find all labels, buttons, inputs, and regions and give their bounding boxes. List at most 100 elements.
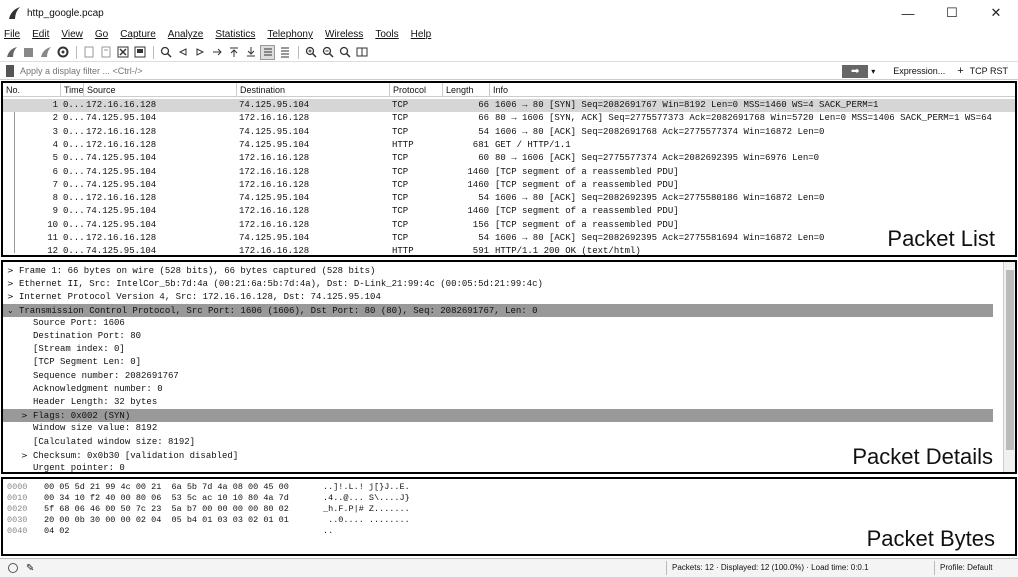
- hex-row[interactable]: 0030 20 00 0b 30 00 00 02 04 05 b4 01 03 …: [3, 515, 603, 526]
- find-packet-icon[interactable]: [158, 45, 173, 60]
- column-source[interactable]: Source: [84, 83, 237, 97]
- column-length[interactable]: Length: [443, 83, 490, 97]
- packet-bytes-pane[interactable]: 0000 00 05 5d 21 99 4c 00 21 6a 5b 7d 4a …: [1, 477, 1017, 556]
- expand-arrow-icon[interactable]: >: [21, 409, 33, 422]
- minimize-button[interactable]: —: [886, 0, 930, 26]
- expand-arrow-icon[interactable]: >: [7, 277, 19, 290]
- close-file-icon[interactable]: [115, 45, 130, 60]
- detail-tree-item[interactable]: > Frame 1: 66 bytes on wire (528 bits), 6…: [3, 264, 993, 277]
- packet-cell-src: 74.125.95.104: [86, 179, 157, 190]
- detail-tree-item[interactable]: > Flags: 0x002 (SYN): [3, 409, 993, 423]
- capture-comment-icon[interactable]: ✎: [26, 563, 34, 574]
- expert-info-icon[interactable]: [8, 563, 18, 573]
- packet-row[interactable]: 10 0... 74.125.95.104 172.16.16.128 TCP 156 [T…: [3, 219, 1015, 232]
- packet-cell-proto: TCP: [392, 193, 409, 204]
- packet-row[interactable]: 8 0... 172.16.16.128 74.125.95.104 TCP 54 1606…: [3, 192, 1015, 205]
- detail-tree-item[interactable]: [TCP Segment Len: 0]: [3, 356, 993, 369]
- menu-statistics[interactable]: Statistics: [215, 29, 255, 40]
- detail-tree-item[interactable]: ⌄ Transmission Control Protocol, Src Port…: [3, 303, 993, 317]
- packet-row[interactable]: 9 0... 74.125.95.104 172.16.16.128 TCP 1460 [T…: [3, 205, 1015, 218]
- packet-details-pane[interactable]: > Frame 1: 66 bytes on wire (528 bits), 6…: [1, 260, 1017, 474]
- detail-tree-item[interactable]: Window size value: 8192: [3, 422, 993, 435]
- hex-row[interactable]: 0020 5f 68 06 46 00 50 7c 23 5a b7 00 00 …: [3, 504, 603, 515]
- expand-arrow-icon[interactable]: >: [21, 449, 33, 462]
- expand-arrow-icon[interactable]: >: [7, 290, 19, 303]
- reload-file-icon[interactable]: [132, 45, 147, 60]
- display-filter-input[interactable]: [20, 63, 843, 79]
- expression-button[interactable]: Expression...: [893, 66, 945, 76]
- apply-filter-button[interactable]: ➡: [842, 64, 869, 78]
- colorize-icon[interactable]: [277, 45, 292, 60]
- details-scrollbar-thumb[interactable]: [1006, 270, 1014, 450]
- add-filter-button[interactable]: +: [957, 65, 963, 77]
- go-to-packet-icon[interactable]: [209, 45, 224, 60]
- packet-row[interactable]: 6 0... 74.125.95.104 172.16.16.128 TCP 1460 [T…: [3, 166, 1015, 179]
- detail-tree-item[interactable]: [Stream index: 0]: [3, 343, 993, 356]
- save-file-icon[interactable]: [98, 45, 113, 60]
- column-destination[interactable]: Destination: [237, 83, 390, 97]
- menu-analyze[interactable]: Analyze: [168, 29, 204, 40]
- detail-tree-item[interactable]: [Calculated window size: 8192]: [3, 436, 993, 449]
- menu-capture[interactable]: Capture: [120, 29, 156, 40]
- start-capture-icon[interactable]: [4, 45, 19, 60]
- packet-row[interactable]: 2 0... 74.125.95.104 172.16.16.128 TCP 66 80 →…: [3, 112, 1015, 125]
- capture-options-icon[interactable]: [55, 45, 70, 60]
- hex-row[interactable]: 0040 04 02..: [3, 526, 603, 537]
- first-packet-icon[interactable]: [226, 45, 241, 60]
- packet-row[interactable]: 5 0... 74.125.95.104 172.16.16.128 TCP 60 80 →…: [3, 152, 1015, 165]
- close-button[interactable]: ✕: [974, 0, 1018, 26]
- details-scrollbar[interactable]: [1003, 262, 1015, 472]
- hex-row[interactable]: 0000 00 05 5d 21 99 4c 00 21 6a 5b 7d 4a …: [3, 482, 603, 493]
- column-no[interactable]: No.: [3, 83, 61, 97]
- zoom-in-icon[interactable]: [303, 45, 318, 60]
- packet-row[interactable]: 7 0... 74.125.95.104 172.16.16.128 TCP 1460 [T…: [3, 179, 1015, 192]
- menu-view[interactable]: View: [61, 29, 83, 40]
- detail-tree-item[interactable]: Source Port: 1606: [3, 317, 993, 330]
- detail-tree-item[interactable]: > Ethernet II, Src: IntelCor_5b:7d:4a (00…: [3, 277, 993, 290]
- hex-row[interactable]: 0010 00 34 10 f2 40 00 80 06 53 5c ac 10 …: [3, 493, 603, 504]
- detail-tree-item[interactable]: Header Length: 32 bytes: [3, 396, 993, 409]
- detail-tree-item[interactable]: Acknowledgment number: 0: [3, 383, 993, 396]
- last-packet-icon[interactable]: [243, 45, 258, 60]
- menu-help[interactable]: Help: [411, 29, 432, 40]
- column-time[interactable]: Time: [61, 83, 84, 97]
- menu-edit[interactable]: Edit: [32, 29, 49, 40]
- zoom-out-icon[interactable]: [320, 45, 335, 60]
- detail-tree-item[interactable]: Sequence number: 2082691767: [3, 370, 993, 383]
- resize-columns-icon[interactable]: [354, 45, 369, 60]
- menu-bar: File Edit View Go Capture Analyze Statis…: [0, 26, 1018, 43]
- packet-row[interactable]: 11 0... 172.16.16.128 74.125.95.104 TCP 54 160…: [3, 232, 1015, 245]
- maximize-button[interactable]: ☐: [930, 0, 974, 26]
- menu-go[interactable]: Go: [95, 29, 108, 40]
- zoom-reset-icon[interactable]: [337, 45, 352, 60]
- packet-row[interactable]: 3 0... 172.16.16.128 74.125.95.104 TCP 54 1606…: [3, 126, 1015, 139]
- column-info[interactable]: Info: [490, 83, 1015, 97]
- menu-tools[interactable]: Tools: [375, 29, 398, 40]
- restart-capture-icon[interactable]: [38, 45, 53, 60]
- expand-arrow-icon[interactable]: ⌄: [7, 304, 19, 317]
- profile-status[interactable]: Profile: Default: [940, 563, 992, 572]
- detail-tree-item[interactable]: Urgent pointer: 0: [3, 462, 993, 472]
- filter-bookmark-icon[interactable]: [6, 65, 14, 77]
- detail-tree-item[interactable]: Destination Port: 80: [3, 330, 993, 343]
- packet-row[interactable]: 4 0... 172.16.16.128 74.125.95.104 HTTP 681 GE…: [3, 139, 1015, 152]
- packet-row[interactable]: 12 0... 74.125.95.104 172.16.16.128 HTTP 591 H…: [3, 245, 1015, 255]
- go-forward-icon[interactable]: [192, 45, 207, 60]
- menu-wireless[interactable]: Wireless: [325, 29, 363, 40]
- go-back-icon[interactable]: [175, 45, 190, 60]
- filter-history-dropdown-icon[interactable]: ▾: [871, 67, 881, 76]
- expand-arrow-icon[interactable]: >: [7, 264, 19, 277]
- packet-row[interactable]: 1 0... 172.16.16.128 74.125.95.104 TCP 66 1606…: [3, 99, 1015, 113]
- menu-file[interactable]: File: [4, 29, 20, 40]
- auto-scroll-icon[interactable]: [260, 44, 275, 60]
- tcp-rst-filter-button[interactable]: TCP RST: [970, 66, 1008, 76]
- detail-tree-item[interactable]: > Internet Protocol Version 4, Src: 172.1…: [3, 290, 993, 303]
- open-file-icon[interactable]: [81, 45, 96, 60]
- status-bar: ✎ Packets: 12 · Displayed: 12 (100.0%) ·…: [0, 558, 1018, 577]
- detail-tree-item[interactable]: > Checksum: 0x0b30 [validation disabled]: [3, 449, 993, 462]
- column-protocol[interactable]: Protocol: [390, 83, 443, 97]
- stop-capture-icon[interactable]: [21, 45, 36, 60]
- packet-list-pane[interactable]: No. Time Source Destination Protocol Len…: [1, 81, 1017, 257]
- packet-cell-no: 7: [52, 179, 58, 190]
- menu-telephony[interactable]: Telephony: [267, 29, 313, 40]
